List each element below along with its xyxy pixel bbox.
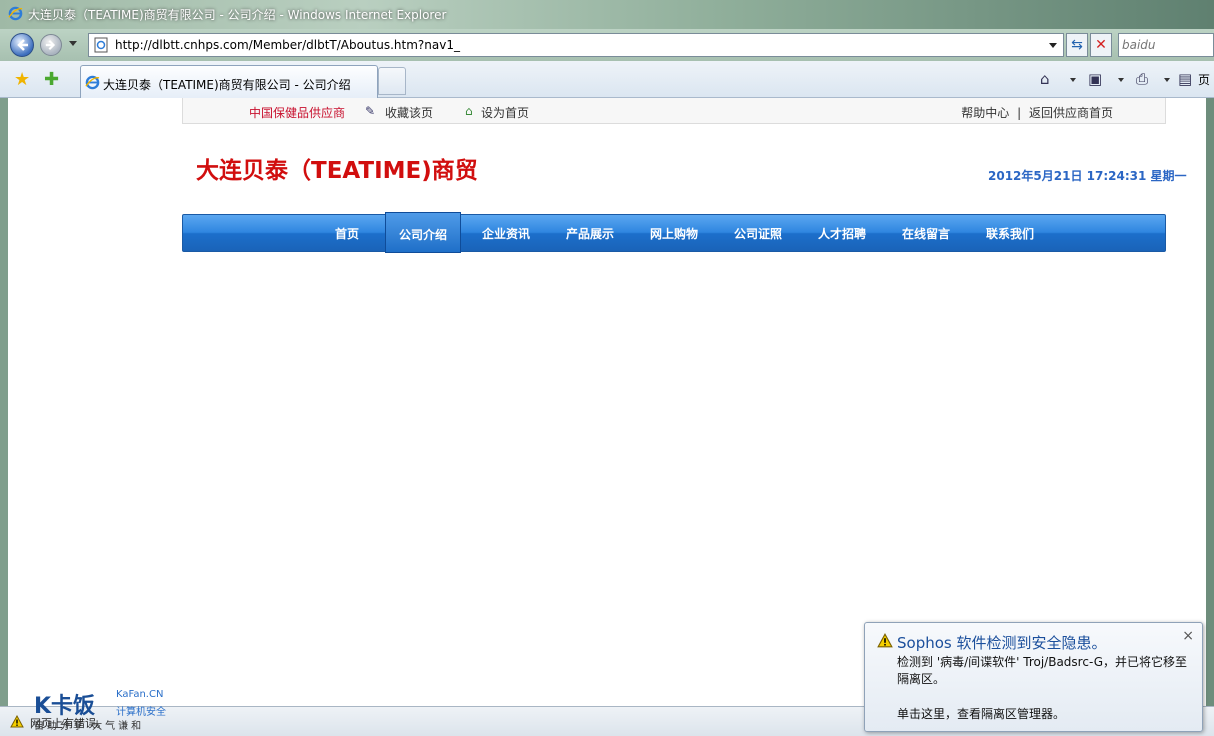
- sophos-alert-popup[interactable]: Sophos 软件检测到安全隐患。 × 检测到 '病毒/间谍软件' Troj/B…: [864, 622, 1203, 732]
- history-dropdown-icon[interactable]: [69, 41, 77, 46]
- refresh-icon: ⇆: [1071, 37, 1083, 53]
- nav-item-6[interactable]: 人才招聘: [807, 215, 877, 253]
- bookmark-link[interactable]: 收藏该页: [385, 104, 433, 121]
- window-title-bar: 大连贝泰（TEATIME)商贸有限公司 - 公司介绍 - Windows Int…: [0, 0, 1214, 29]
- nav-item-5[interactable]: 公司证照: [723, 215, 793, 253]
- page-viewport: 中国保健品供应商 ✎ 收藏该页 ⌂ 设为首页 帮助中心 | 返回供应商首页 大连…: [8, 98, 1206, 706]
- watermark-logo: K卡饭: [34, 694, 96, 719]
- add-favorite-icon[interactable]: ✚: [44, 69, 59, 90]
- print-dropdown-icon[interactable]: [1164, 78, 1170, 82]
- site-title: 大连贝泰（TEATIME)商贸: [196, 158, 478, 184]
- datetime-display: 2012年5月21日 17:24:31 星期一: [988, 169, 1187, 183]
- forward-button[interactable]: [40, 34, 62, 56]
- refresh-button[interactable]: ⇆: [1066, 33, 1088, 57]
- ie-icon: [8, 6, 23, 21]
- topbar-separator: |: [1017, 106, 1022, 120]
- nav-item-2[interactable]: 企业资讯: [471, 215, 541, 253]
- address-toolbar: http://dlbtt.cnhps.com/Member/dlbtT/Abou…: [0, 29, 1214, 61]
- tab-bar: ★ ✚ 大连贝泰（TEATIME)商贸有限公司 - 公司介绍 ⌂ ▣ ⎙ ▤ 页: [0, 61, 1214, 98]
- window-frame-right: [1206, 98, 1214, 706]
- watermark-slogan: 自助分享 大气谦和: [34, 721, 145, 732]
- new-tab-button[interactable]: [378, 67, 406, 95]
- page-menu-label[interactable]: 页: [1198, 71, 1210, 88]
- print-icon[interactable]: ⎙: [1136, 70, 1148, 88]
- forward-arrow-icon: [45, 39, 56, 51]
- main-nav: 首页 公司介绍 企业资讯 产品展示 网上购物 公司证照 人才招聘 在线留言 联系我们: [182, 212, 1166, 253]
- nav-item-7[interactable]: 在线留言: [891, 215, 961, 253]
- popup-title: Sophos 软件检测到安全隐患。: [897, 634, 1107, 652]
- nav-item-1[interactable]: 公司介绍: [385, 212, 461, 253]
- site-topbar: 中国保健品供应商 ✎ 收藏该页 ⌂ 设为首页 帮助中心 | 返回供应商首页: [182, 98, 1166, 124]
- url-text: http://dlbtt.cnhps.com/Member/dlbtT/Abou…: [115, 38, 460, 52]
- window-title: 大连贝泰（TEATIME)商贸有限公司 - 公司介绍 - Windows Int…: [28, 8, 447, 22]
- search-input[interactable]: [1122, 35, 1212, 55]
- tab-active[interactable]: 大连贝泰（TEATIME)商贸有限公司 - 公司介绍: [80, 65, 378, 98]
- home-dropdown-icon[interactable]: [1070, 78, 1076, 82]
- home-small-icon: ⌂: [465, 104, 473, 118]
- bookmark-icon: ✎: [365, 104, 376, 118]
- warning-icon: [877, 633, 893, 648]
- tab-label: 大连贝泰（TEATIME)商贸有限公司 - 公司介绍: [103, 78, 351, 92]
- page-icon: [94, 37, 108, 53]
- nav-item-8[interactable]: 联系我们: [975, 215, 1045, 253]
- page-icon-cmd[interactable]: ▤: [1178, 70, 1192, 88]
- address-field[interactable]: http://dlbtt.cnhps.com/Member/dlbtT/Abou…: [88, 33, 1064, 57]
- window-frame-left: [0, 98, 8, 706]
- feeds-icon[interactable]: ▣: [1088, 70, 1102, 88]
- supplier-link[interactable]: 中国保健品供应商: [249, 104, 345, 121]
- back-arrow-icon: [17, 39, 28, 51]
- watermark-cn: 计算机安全: [116, 707, 166, 718]
- feeds-dropdown-icon[interactable]: [1118, 78, 1124, 82]
- home-icon[interactable]: ⌂: [1040, 70, 1050, 88]
- stop-button[interactable]: ✕: [1090, 33, 1112, 57]
- watermark-site: KaFan.CN: [116, 689, 164, 700]
- set-home-link[interactable]: 设为首页: [481, 104, 529, 121]
- nav-item-4[interactable]: 网上购物: [639, 215, 709, 253]
- popup-body: 检测到 '病毒/间谍软件' Troj/Badsrc-G，并已将它移至隔离区。: [897, 655, 1188, 686]
- nav-item-0[interactable]: 首页: [317, 215, 377, 253]
- error-warning-icon[interactable]: [10, 715, 24, 728]
- popup-close-button[interactable]: ×: [1182, 628, 1194, 644]
- stop-icon: ✕: [1095, 37, 1107, 53]
- topbar-right-links: 帮助中心 | 返回供应商首页: [961, 104, 1113, 121]
- back-button[interactable]: [10, 33, 34, 57]
- favorites-star-icon[interactable]: ★: [14, 69, 30, 90]
- back-supplier-home-link[interactable]: 返回供应商首页: [1029, 106, 1113, 120]
- help-center-link[interactable]: 帮助中心: [961, 106, 1009, 120]
- search-box[interactable]: [1118, 33, 1214, 57]
- nav-item-3[interactable]: 产品展示: [555, 215, 625, 253]
- popup-quarantine-link[interactable]: 单击这里，查看隔离区管理器。: [897, 705, 1065, 722]
- ie-tab-icon: [85, 75, 100, 90]
- address-dropdown-icon[interactable]: [1049, 43, 1057, 48]
